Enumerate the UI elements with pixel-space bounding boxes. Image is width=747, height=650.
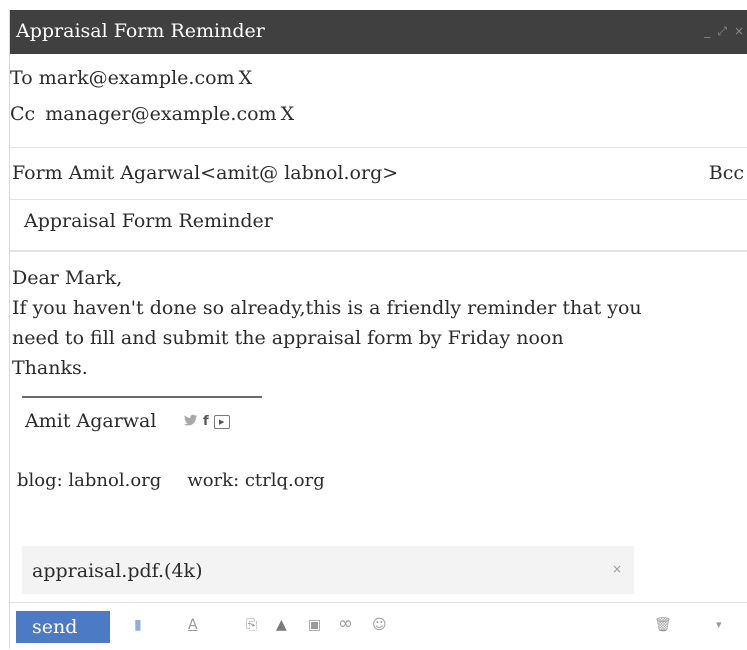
attachment-chip[interactable]: appraisal.pdf.(4k) × [22, 546, 634, 594]
remove-cc-recipient-button[interactable]: X [281, 103, 295, 125]
compose-title-bar: Appraisal Form Reminder _ ⤢ × [10, 10, 747, 54]
youtube-icon[interactable]: ▶ [213, 414, 230, 429]
signature-links: blog: labnol.org work: ctrlq.org [17, 470, 325, 491]
text-color-icon[interactable]: A [188, 617, 198, 633]
divider [10, 199, 747, 200]
insert-link-icon[interactable]: ∞ [338, 615, 353, 633]
to-field[interactable]: To mark@example.com X [10, 67, 252, 89]
formatting-icon[interactable]: ▮ [134, 617, 142, 633]
signature-name: Amit Agarwal [25, 410, 157, 432]
body-line: need to fill and submit the appraisal fo… [12, 327, 564, 349]
divider [10, 250, 747, 252]
attach-file-icon[interactable]: ⎘ [246, 617, 257, 633]
subject-input[interactable]: Appraisal Form Reminder [24, 210, 273, 232]
to-recipient: mark@example.com [38, 67, 235, 89]
expand-icon[interactable]: ⤢ [717, 24, 727, 38]
from-field[interactable]: Form Amit Agarwal<amit@ labnol.org> [12, 162, 398, 184]
remove-to-recipient-button[interactable]: X [239, 67, 253, 89]
window-controls: _ ⤢ × [704, 24, 744, 38]
remove-attachment-icon[interactable]: × [612, 562, 622, 576]
twitter-icon[interactable] [184, 414, 198, 429]
signature-divider [22, 396, 262, 398]
attachment-name[interactable]: appraisal.pdf.(4k) [32, 560, 202, 582]
message-body[interactable]: Dear Mark, If you haven't done so alread… [12, 263, 642, 383]
work-link[interactable]: work: ctrlq.org [187, 470, 324, 491]
cc-label: Cc [10, 103, 36, 125]
compose-window: Appraisal Form Reminder _ ⤢ × To mark@ex… [9, 10, 747, 650]
minimize-icon[interactable]: _ [704, 24, 710, 38]
send-button[interactable]: send [16, 611, 110, 643]
bcc-button[interactable]: Bcc [709, 162, 744, 184]
compose-title: Appraisal Form Reminder [16, 20, 265, 42]
more-options-icon[interactable]: ▾ [716, 617, 722, 633]
trash-icon[interactable]: 🗑 [654, 617, 672, 633]
emoji-icon[interactable]: ☺ [372, 617, 387, 633]
body-line: If you haven't done so already,this is a… [12, 297, 642, 319]
cc-field[interactable]: Cc manager@example.com X [10, 103, 294, 125]
to-label: To [10, 67, 33, 89]
blog-link[interactable]: blog: labnol.org [17, 470, 161, 491]
drive-icon[interactable]: ▲ [276, 617, 287, 633]
signature-social-icons: f ▶ [184, 414, 230, 429]
cc-recipient: manager@example.com [45, 103, 277, 125]
insert-photo-icon[interactable]: ▣ [308, 617, 321, 633]
compose-toolbar: send ▮ A ⎘ ▲ ▣ ∞ ☺ 🗑 ▾ [10, 602, 747, 650]
body-greeting: Dear Mark, [12, 267, 123, 289]
divider [10, 147, 747, 148]
facebook-icon[interactable]: f [203, 414, 209, 429]
close-icon[interactable]: × [734, 24, 744, 38]
body-closing: Thanks. [12, 357, 88, 379]
